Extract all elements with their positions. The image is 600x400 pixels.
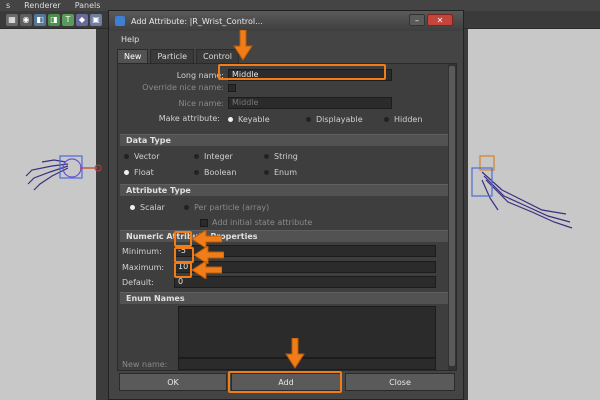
tab-particle[interactable]: Particle xyxy=(150,49,195,63)
tab-new[interactable]: New xyxy=(117,49,149,63)
initial-state-checkbox[interactable] xyxy=(200,218,208,227)
nice-name-row: Nice name: Middle xyxy=(118,97,392,109)
menu-item-renderer[interactable]: Renderer xyxy=(24,1,61,10)
nice-name-label: Nice name: xyxy=(178,98,224,108)
numeric-properties-header[interactable]: Numeric Attribute Properties xyxy=(120,230,448,242)
new-name-row: New name: xyxy=(122,358,436,370)
minimize-icon[interactable]: – xyxy=(409,14,425,26)
attribute-type-header[interactable]: Attribute Type xyxy=(120,184,448,196)
data-type-header[interactable]: Data Type xyxy=(120,134,448,146)
highlight-maximum xyxy=(174,247,194,263)
scroll-thumb[interactable] xyxy=(449,66,455,366)
highlight-add-button xyxy=(228,371,342,393)
menu-item-s[interactable]: s xyxy=(6,1,10,10)
camera-icon[interactable]: ◉ xyxy=(20,14,32,26)
maximum-label: Maximum: xyxy=(122,262,165,272)
minimum-row: Minimum: -5 xyxy=(122,245,436,257)
highlight-long-name xyxy=(218,64,386,80)
default-row: Default: 0 xyxy=(122,276,436,288)
radio-enum[interactable]: Enum xyxy=(264,168,297,177)
radio-vector[interactable]: Vector xyxy=(124,152,160,161)
make-attr-label: Make attribute: xyxy=(158,114,220,123)
maximum-row: Maximum: 10 xyxy=(122,261,436,273)
radio-displayable[interactable]: Displayable xyxy=(306,115,363,124)
vertical-scrollbar[interactable] xyxy=(448,64,456,370)
default-label: Default: xyxy=(122,277,154,287)
highlight-default xyxy=(174,262,192,278)
lighting-icon[interactable]: ◆ xyxy=(76,14,88,26)
texture-icon[interactable]: T xyxy=(62,14,74,26)
maya-app-icon xyxy=(115,16,125,26)
ok-button[interactable]: OK xyxy=(119,373,227,391)
arrow-down-icon xyxy=(285,338,305,369)
menu-item-panels[interactable]: Panels xyxy=(75,1,101,10)
nice-name-input[interactable]: Middle xyxy=(228,97,392,109)
minimum-label: Minimum: xyxy=(122,246,162,256)
cube-icon[interactable]: ▣ xyxy=(90,14,102,26)
radio-keyable[interactable]: Keyable xyxy=(228,115,270,124)
radio-string[interactable]: String xyxy=(264,152,298,161)
override-checkbox[interactable] xyxy=(228,83,236,92)
radio-scalar[interactable]: Scalar xyxy=(130,203,165,212)
long-name-label: Long name: xyxy=(176,70,224,80)
arrow-left-icon xyxy=(192,261,222,279)
left-hand-rig[interactable] xyxy=(22,146,102,194)
radio-hidden[interactable]: Hidden xyxy=(384,115,422,124)
initial-state-label: Add initial state attribute xyxy=(212,218,313,227)
arrow-down-icon xyxy=(233,30,253,61)
radio-integer[interactable]: Integer xyxy=(194,152,233,161)
dialog-content: Long name: Middle Override nice name: Ni… xyxy=(117,63,457,371)
right-hand-rig[interactable] xyxy=(462,150,580,230)
highlight-minimum xyxy=(174,231,192,247)
shaded-icon[interactable]: ◨ xyxy=(48,14,60,26)
close-icon[interactable]: ✕ xyxy=(427,14,453,26)
dialog-tabs: New Particle Control xyxy=(117,49,239,63)
close-button[interactable]: Close xyxy=(345,373,455,391)
radio-per-particle[interactable]: Per particle (array) xyxy=(184,203,269,212)
radio-boolean[interactable]: Boolean xyxy=(194,168,236,177)
radio-float[interactable]: Float xyxy=(124,168,154,177)
initial-state-row: Add initial state attribute xyxy=(200,218,312,227)
enum-names-list[interactable] xyxy=(178,306,436,358)
enum-names-header[interactable]: Enum Names xyxy=(120,292,448,304)
menu-help[interactable]: Help xyxy=(121,35,139,44)
grid-icon[interactable]: ▦ xyxy=(6,14,18,26)
dialog-title: Add Attribute: |R_Wrist_Control... xyxy=(131,16,263,26)
override-row: Override nice name: xyxy=(118,83,236,92)
new-name-input[interactable] xyxy=(178,358,436,370)
make-attribute-row: Make attribute: xyxy=(118,114,226,123)
new-name-label: New name: xyxy=(122,359,168,369)
override-label: Override nice name: xyxy=(142,83,224,92)
wireframe-icon[interactable]: ◧ xyxy=(34,14,46,26)
